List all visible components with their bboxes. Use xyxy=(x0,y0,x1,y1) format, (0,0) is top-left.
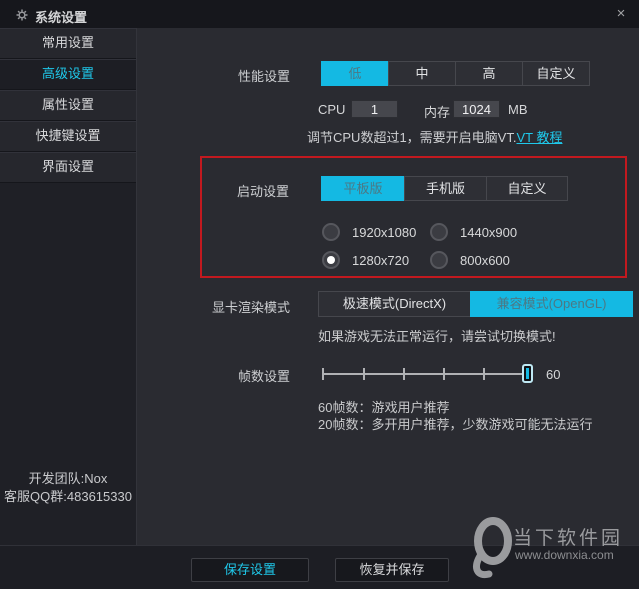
launch-option-custom[interactable]: 自定义 xyxy=(486,176,568,201)
perf-option-mid[interactable]: 中 xyxy=(388,61,456,86)
restore-save-button[interactable]: 恢复并保存 xyxy=(335,558,449,582)
sidebar: 常用设置 高级设置 属性设置 快捷键设置 界面设置 开发团队:Nox 客服QQ群… xyxy=(0,28,137,545)
radio-800x600[interactable] xyxy=(430,251,448,269)
vt-tutorial-link[interactable]: VT 教程 xyxy=(516,130,562,145)
fps-slider[interactable] xyxy=(322,364,544,384)
sidebar-item-property[interactable]: 属性设置 xyxy=(0,90,136,121)
launch-option-phone[interactable]: 手机版 xyxy=(404,176,487,201)
performance-label: 性能设置 xyxy=(150,66,290,85)
memory-label: 内存 xyxy=(424,102,450,121)
fps-hint-2: 20帧数：多开用户推荐，少数游戏可能无法运行 xyxy=(318,414,592,433)
slider-tick xyxy=(322,368,324,380)
close-icon: × xyxy=(617,5,626,22)
fps-value: 60 xyxy=(546,367,560,382)
render-option-opengl[interactable]: 兼容模式(OpenGL) xyxy=(470,291,633,317)
res-label-1920x1080: 1920x1080 xyxy=(352,225,416,240)
radio-1440x900[interactable] xyxy=(430,223,448,241)
res-label-1280x720: 1280x720 xyxy=(352,253,409,268)
slider-tick xyxy=(483,368,485,380)
titlebar: 系统设置 × xyxy=(0,0,639,28)
qq-group-text: 客服QQ群:483615330 xyxy=(0,488,136,506)
cpu-label: CPU xyxy=(318,102,345,117)
sidebar-item-shortcut[interactable]: 快捷键设置 xyxy=(0,121,136,152)
slider-tick xyxy=(403,368,405,380)
sidebar-item-interface[interactable]: 界面设置 xyxy=(0,152,136,183)
highlight-box xyxy=(200,156,627,278)
memory-input[interactable] xyxy=(453,100,500,118)
slider-tick xyxy=(363,368,365,380)
radio-1280x720[interactable] xyxy=(322,251,340,269)
fps-slider-track[interactable] xyxy=(322,373,529,375)
radio-1920x1080[interactable] xyxy=(322,223,340,241)
vt-hint-text: 调节CPU数超过1，需要开启电脑VT. xyxy=(307,130,516,145)
window-title: 系统设置 xyxy=(35,7,87,26)
render-hint: 如果游戏无法正常运行，请尝试切换模式! xyxy=(318,326,556,345)
render-mode-label: 显卡渲染模式 xyxy=(150,297,290,316)
sidebar-footer: 开发团队:Nox 客服QQ群:483615330 xyxy=(0,470,136,506)
memory-unit: MB xyxy=(508,102,528,117)
perf-option-high[interactable]: 高 xyxy=(455,61,523,86)
dev-team-text: 开发团队:Nox xyxy=(0,470,136,488)
fps-label: 帧数设置 xyxy=(150,366,290,385)
gear-icon xyxy=(16,8,28,20)
save-button[interactable]: 保存设置 xyxy=(191,558,309,582)
res-label-800x600: 800x600 xyxy=(460,253,510,268)
perf-option-custom[interactable]: 自定义 xyxy=(522,61,590,86)
cpu-input[interactable] xyxy=(351,100,398,118)
vt-hint: 调节CPU数超过1，需要开启电脑VT.VT 教程 xyxy=(307,127,562,146)
sidebar-item-common[interactable]: 常用设置 xyxy=(0,28,136,59)
fps-slider-handle[interactable] xyxy=(522,364,533,383)
bottom-bar: 保存设置 恢复并保存 xyxy=(0,545,639,589)
res-label-1440x900: 1440x900 xyxy=(460,225,517,240)
slider-tick xyxy=(443,368,445,380)
sidebar-item-advanced[interactable]: 高级设置 xyxy=(0,59,136,90)
render-option-directx[interactable]: 极速模式(DirectX) xyxy=(318,291,471,317)
launch-label: 启动设置 xyxy=(150,181,289,200)
launch-option-tablet[interactable]: 平板版 xyxy=(321,176,405,201)
close-button[interactable]: × xyxy=(610,4,632,24)
system-settings-window: 系统设置 × 常用设置 高级设置 属性设置 快捷键设置 界面设置 开发团队:No… xyxy=(0,0,639,589)
perf-option-low[interactable]: 低 xyxy=(321,61,389,86)
